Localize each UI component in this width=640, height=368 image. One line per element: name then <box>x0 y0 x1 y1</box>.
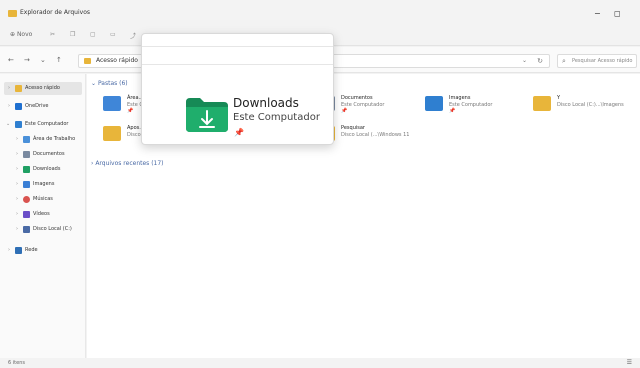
chevron-right-icon: › <box>16 211 18 217</box>
folder-icon <box>84 58 91 64</box>
refresh-icon[interactable]: ↻ <box>537 57 543 65</box>
recent-locations-icon[interactable]: ⌄ <box>40 56 46 64</box>
chevron-right-icon: › <box>16 196 18 202</box>
sidebar-item-area-de-trabalho[interactable]: › Área de Trabalho <box>0 133 86 146</box>
window-title: Explorador de Arquivos <box>20 9 90 16</box>
chevron-right-icon: › <box>8 85 10 91</box>
sidebar-item-documentos[interactable]: › Documentos <box>0 148 86 161</box>
maximize-button[interactable]: ◻ <box>614 10 621 18</box>
copy-icon[interactable]: ❐ <box>70 31 75 38</box>
desktop-icon <box>103 96 121 111</box>
chevron-down-icon[interactable]: ⌄ <box>522 57 527 64</box>
chevron-right-icon: › <box>16 136 18 142</box>
sidebar-item-rede[interactable]: › Rede <box>0 244 86 257</box>
document-icon <box>23 151 30 158</box>
new-button[interactable]: ⊕ Novo <box>10 31 32 38</box>
sidebar-item-downloads[interactable]: › Downloads <box>0 163 86 176</box>
up-icon[interactable]: ↑ <box>56 56 62 64</box>
section-arquivos-recentes[interactable]: › Arquivos recentes (17) <box>91 160 164 167</box>
sidebar-item-disco-local[interactable]: › Disco Local (C:) <box>0 223 86 236</box>
sidebar-item-onedrive[interactable]: › OneDrive <box>0 100 86 113</box>
address-path: Acesso rápido <box>96 57 138 64</box>
video-icon <box>23 211 30 218</box>
back-icon[interactable]: ← <box>8 56 14 64</box>
desktop-icon <box>23 136 30 143</box>
computer-icon <box>15 121 22 128</box>
minimize-button[interactable]: − <box>594 10 601 18</box>
chevron-right-icon: › <box>16 151 18 157</box>
popup-subtitle: Este Computador <box>233 112 320 123</box>
chevron-right-icon: › <box>8 103 10 109</box>
item-count: 6 itens <box>8 360 25 366</box>
network-icon <box>15 247 22 254</box>
forward-icon[interactable]: → <box>24 56 30 64</box>
file-explorer-icon <box>8 10 17 17</box>
pin-icon: 📌 <box>234 128 244 137</box>
cut-icon[interactable]: ✂ <box>50 31 55 38</box>
star-icon <box>15 85 22 92</box>
downloads-folder-icon <box>186 98 228 132</box>
status-bar: 6 itens ☰ <box>0 358 640 368</box>
tile-imagens[interactable]: Imagens Este Computador 📌 <box>425 92 515 120</box>
pin-icon: 📌 <box>449 108 456 114</box>
rename-icon[interactable]: ▭ <box>110 31 116 38</box>
folder-icon <box>533 96 551 111</box>
sidebar-item-musicas[interactable]: › Músicas <box>0 193 86 206</box>
title-bar: Explorador de Arquivos − ◻ <box>0 0 640 24</box>
popup-divider <box>142 64 333 65</box>
chevron-right-icon: › <box>16 166 18 172</box>
sidebar-item-acesso-rapido[interactable]: › Acesso rápido <box>4 82 82 95</box>
sidebar-item-este-computador[interactable]: ⌄ Este Computador <box>0 118 86 131</box>
navigation-pane: › Acesso rápido › OneDrive ⌄ Este Comput… <box>0 74 86 358</box>
search-input[interactable]: ⌕ Pesquisar Acesso rápido <box>557 54 637 68</box>
paste-icon[interactable]: ▢ <box>90 31 96 38</box>
chevron-right-icon: › <box>16 226 18 232</box>
drag-preview-popup: Downloads Este Computador 📌 <box>141 33 334 145</box>
popup-divider <box>142 46 333 47</box>
chevron-down-icon: ⌄ <box>6 121 11 127</box>
plus-icon: ⊕ <box>10 31 17 38</box>
pin-icon: 📌 <box>127 108 134 114</box>
tile-y[interactable]: Y Disco Local (C:)...\Imagens <box>533 92 638 120</box>
share-icon[interactable]: ⤴ <box>130 31 136 40</box>
section-pastas[interactable]: ⌄ Pastas (6) <box>91 80 128 87</box>
popup-title: Downloads <box>233 96 299 110</box>
search-icon: ⌕ <box>562 57 566 65</box>
chevron-right-icon: › <box>16 181 18 187</box>
image-icon <box>425 96 443 111</box>
view-toggle-icon[interactable]: ☰ <box>627 359 632 366</box>
chevron-right-icon: › <box>8 247 10 253</box>
cloud-icon <box>15 103 22 110</box>
music-icon <box>23 196 30 203</box>
folder-icon <box>103 126 121 141</box>
image-icon <box>23 181 30 188</box>
download-icon <box>23 166 30 173</box>
sidebar-item-videos[interactable]: › Vídeos <box>0 208 86 221</box>
search-placeholder: Pesquisar Acesso rápido <box>572 58 633 64</box>
pin-icon: 📌 <box>341 108 348 114</box>
sidebar-item-imagens[interactable]: › Imagens <box>0 178 86 191</box>
drive-icon <box>23 226 30 233</box>
